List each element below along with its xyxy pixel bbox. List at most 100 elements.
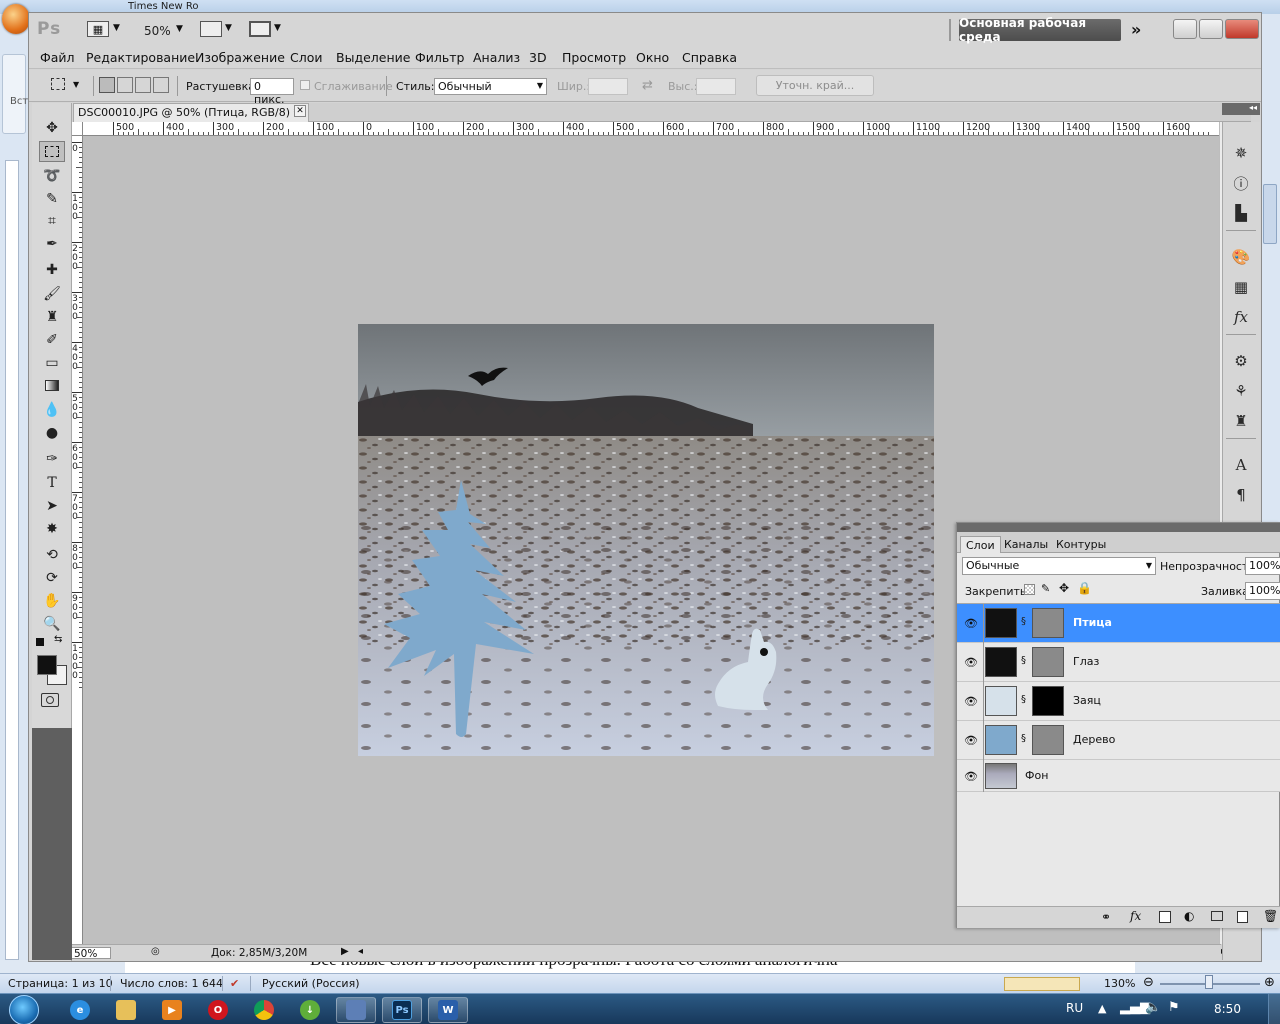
blur-tool-icon[interactable]: 💧 (39, 399, 65, 420)
info-icon[interactable]: ⓘ (1228, 172, 1254, 194)
view-buttons[interactable] (1004, 977, 1080, 991)
brush-tool-icon[interactable]: 🖌 (39, 283, 65, 304)
gradient-tool-icon[interactable] (39, 375, 65, 396)
link-icon[interactable]: § (1021, 655, 1026, 666)
adjustment-layer-icon[interactable]: ◐ (1184, 909, 1194, 923)
shape-tool-icon[interactable]: ✸ (39, 518, 65, 539)
zoom-slider-thumb[interactable] (1205, 975, 1213, 989)
document-tab[interactable]: DSC00010.JPG @ 50% (Птица, RGB/8) * ✕ (73, 103, 309, 122)
layer-row-hare[interactable]: 👁 § Заяц (957, 682, 1280, 721)
spellcheck-icon[interactable]: ✔ (230, 977, 239, 990)
eye-icon[interactable]: 👁 (963, 733, 979, 747)
taskbar-photoshop[interactable]: Ps (382, 997, 422, 1023)
lock-position-icon[interactable]: ✥ (1059, 581, 1069, 595)
layer-name[interactable]: Глаз (1073, 655, 1099, 668)
foreground-color-swatch[interactable] (37, 655, 57, 675)
swatches-icon[interactable]: ▦ (1228, 276, 1254, 298)
more-workspaces-icon[interactable]: » (1131, 20, 1141, 39)
taskbar-word-window[interactable] (336, 997, 376, 1023)
move-tool-icon[interactable]: ✥ (39, 117, 65, 138)
path-select-tool-icon[interactable]: ➤ (39, 495, 65, 516)
status-zoom[interactable]: 50% (71, 947, 111, 960)
feather-input[interactable]: 0 пикс. (250, 78, 294, 106)
eraser-tool-icon[interactable]: ▭ (39, 352, 65, 373)
3d-rotate-tool-icon[interactable]: ⟲ (39, 544, 65, 565)
link-icon[interactable]: § (1021, 733, 1026, 744)
zoom-tool-icon[interactable]: 🔍 (39, 613, 65, 634)
maximize-button[interactable] (1199, 19, 1223, 39)
healing-brush-icon[interactable]: ✚ (39, 259, 65, 280)
3d-orbit-tool-icon[interactable]: ⟳ (39, 567, 65, 588)
hand-tool-icon[interactable]: ✋ (39, 590, 65, 611)
layer-style-icon[interactable]: fx (1130, 909, 1141, 923)
menu-file[interactable]: Файл (40, 50, 75, 65)
taskbar-opera[interactable]: O (198, 997, 238, 1023)
taskbar-explorer[interactable] (106, 997, 146, 1023)
layer-row-tree[interactable]: 👁 § Дерево (957, 721, 1280, 760)
antialias-checkbox[interactable] (300, 80, 310, 90)
menu-window[interactable]: Окно (636, 50, 669, 65)
word-zoom-level[interactable]: 130% (1104, 977, 1135, 990)
trash-icon[interactable]: 🗑 (1263, 909, 1278, 923)
chevron-down-icon[interactable]: ▼ (176, 24, 183, 34)
tray-clock[interactable]: 8:50 (1214, 1002, 1241, 1016)
bridge-icon[interactable]: ▦ (87, 21, 109, 37)
scroll-left-icon[interactable]: ◂ (358, 946, 363, 957)
pen-tool-icon[interactable]: ✑ (39, 448, 65, 469)
new-group-icon[interactable] (1211, 911, 1223, 921)
eyedropper-tool-icon[interactable]: ✒ (39, 233, 65, 254)
layer-name[interactable]: Фон (1025, 769, 1048, 782)
clone-source-icon[interactable]: ♜ (1228, 410, 1254, 432)
quick-select-tool-icon[interactable]: ✎ (39, 188, 65, 209)
chevron-down-icon[interactable]: ▼ (113, 23, 120, 33)
character-icon[interactable]: A (1228, 454, 1254, 476)
histogram-icon[interactable]: ▙ (1228, 202, 1254, 224)
tab-channels[interactable]: Каналы (999, 536, 1053, 553)
layer-row-eye[interactable]: 👁 § Глаз (957, 643, 1280, 682)
zoom-in-icon[interactable]: ⊕ (1264, 975, 1275, 990)
menu-3d[interactable]: 3D (529, 50, 547, 65)
new-layer-icon[interactable] (1237, 911, 1248, 923)
menu-image[interactable]: Изображение (195, 50, 285, 65)
taskbar-ie[interactable]: e (60, 997, 100, 1023)
dock-header[interactable]: ◂◂ (1222, 103, 1260, 115)
type-tool-icon[interactable]: T (39, 472, 65, 493)
marquee-preset-icon[interactable] (51, 78, 65, 90)
word-language[interactable]: Русский (Россия) (262, 977, 360, 990)
quick-mask-icon[interactable] (41, 693, 59, 707)
zoom-out-icon[interactable]: ⊖ (1143, 975, 1154, 990)
eye-icon[interactable]: 👁 (963, 616, 979, 630)
horizontal-ruler[interactable]: 500 400 300 200 100 0 100 200 300 400 500 600 700 800… (83, 122, 1219, 136)
word-page-count[interactable]: Страница: 1 из 10 (8, 977, 113, 990)
layer-row-bird[interactable]: 👁 § Птица (957, 604, 1280, 643)
crop-tool-icon[interactable]: ⌗ (39, 210, 65, 231)
stamp-tool-icon[interactable]: ♜ (39, 306, 65, 327)
layer-mask-thumbnail[interactable] (1032, 725, 1064, 755)
taskbar-media[interactable]: ▶ (152, 997, 192, 1023)
layer-mask-thumbnail[interactable] (1032, 647, 1064, 677)
tray-expand-icon[interactable]: ▲ (1098, 1002, 1106, 1015)
refine-edge-button[interactable]: Уточн. край... (756, 75, 874, 96)
chevron-down-icon[interactable]: ▼ (274, 23, 281, 33)
dodge-tool-icon[interactable]: ● (39, 422, 65, 443)
add-mask-icon[interactable] (1159, 911, 1171, 923)
height-input[interactable] (696, 78, 736, 95)
link-layers-icon[interactable]: ⚭ (1101, 910, 1111, 924)
close-button[interactable] (1225, 19, 1259, 39)
menu-filter[interactable]: Фильтр (415, 50, 464, 65)
menu-analysis[interactable]: Анализ (473, 50, 520, 65)
masks-icon[interactable]: ⚘ (1228, 380, 1254, 402)
menu-select[interactable]: Выделение (336, 50, 410, 65)
menu-help[interactable]: Справка (682, 50, 737, 65)
marquee-tool-icon[interactable] (39, 141, 65, 162)
blend-mode-select[interactable]: Обычные ▼ (962, 557, 1156, 575)
layer-name[interactable]: Заяц (1073, 694, 1101, 707)
ps-zoom-level[interactable]: 50% (144, 24, 171, 38)
link-icon[interactable]: § (1021, 616, 1026, 627)
adjustments-icon[interactable]: ⚙ (1228, 350, 1254, 372)
tab-paths[interactable]: Контуры (1051, 536, 1111, 553)
styles-icon[interactable]: fx (1228, 306, 1254, 328)
swap-colors-icon[interactable]: ⇆ (54, 634, 62, 645)
workspace-button[interactable]: Основная рабочая среда (959, 16, 1121, 44)
close-tab-icon[interactable]: ✕ (294, 105, 306, 117)
